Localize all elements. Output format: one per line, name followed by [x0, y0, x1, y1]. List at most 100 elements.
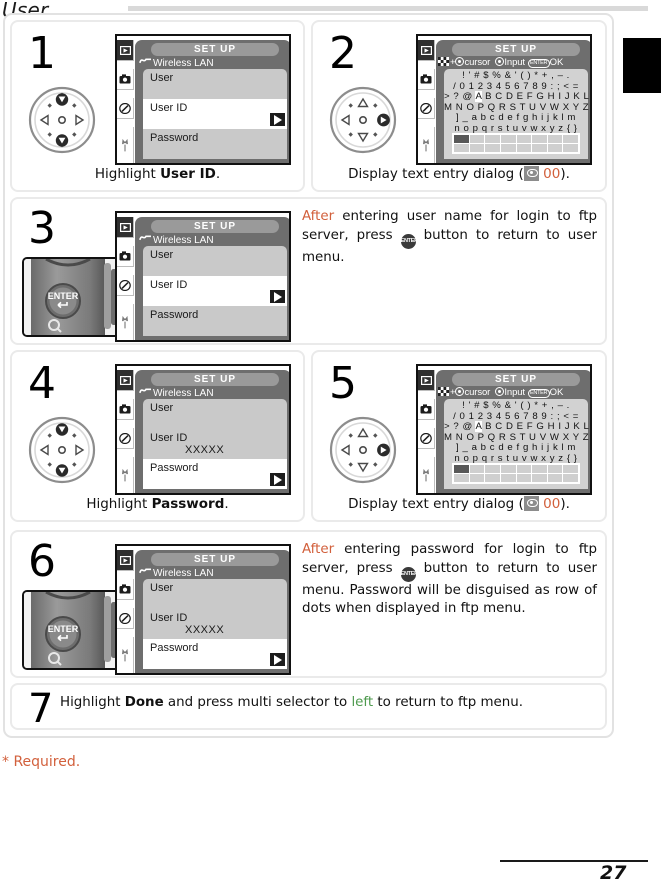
text-cell[interactable] [547, 465, 563, 473]
charset-row[interactable]: ! ' # $ % & ' ( ) * + , – . [444, 70, 588, 82]
enter-button-photo-3[interactable]: ENTER [22, 257, 122, 337]
multi-selector-dial-4[interactable] [22, 410, 102, 495]
hint-input-label: Input [504, 57, 525, 68]
menu-row-password-4[interactable]: Password [143, 459, 287, 489]
enter-arrow-icon[interactable] [270, 290, 285, 303]
menu-row-userid-3[interactable]: User ID [143, 276, 287, 306]
step-2-number: 2 [329, 28, 357, 79]
camera-icon[interactable] [418, 69, 435, 90]
wrench-icon[interactable] [117, 127, 134, 163]
text-cell[interactable] [547, 474, 563, 482]
step-3-number: 3 [28, 203, 56, 254]
camera-icon[interactable] [117, 246, 134, 267]
wrench-icon[interactable] [418, 127, 435, 163]
text-cell[interactable] [547, 135, 563, 143]
text-entry-keyboard-5[interactable]: ! ' # $ % & ' ( ) * + , – . / 0 1 2 3 4 … [444, 399, 590, 489]
pencil-icon[interactable] [418, 98, 435, 119]
pencil-icon[interactable] [117, 428, 134, 449]
wrench-icon[interactable] [117, 304, 134, 340]
keyword-after: After [302, 542, 335, 557]
menu-row-userid-1[interactable]: User ID [143, 99, 287, 129]
multi-selector-dial-5[interactable] [323, 410, 403, 495]
playback-icon[interactable] [117, 550, 134, 571]
text-cell[interactable] [563, 474, 578, 482]
text-cell[interactable] [532, 465, 547, 473]
text-cursor-cell[interactable] [454, 465, 469, 473]
text-cell[interactable] [516, 144, 532, 152]
text-cell[interactable] [516, 474, 532, 482]
text-cell[interactable] [454, 474, 469, 482]
camera-icon[interactable] [117, 69, 134, 90]
wrench-icon[interactable] [117, 637, 134, 673]
menu-row-user-3[interactable]: User [143, 246, 287, 276]
text-cell[interactable] [500, 135, 516, 143]
menu-row-password-1[interactable]: Password [143, 129, 287, 159]
wireless-wave-icon [139, 387, 152, 398]
text-cell[interactable] [485, 465, 500, 473]
text-cursor-cell[interactable] [454, 135, 469, 143]
pencil-icon[interactable] [117, 608, 134, 629]
step-3-text: After entering user name for login to ft… [302, 208, 597, 267]
charset-row[interactable]: ! ' # $ % & ' ( ) * + , – . [444, 400, 588, 412]
playback-icon[interactable] [418, 40, 435, 61]
enter-arrow-icon[interactable] [270, 113, 285, 126]
text-cell[interactable] [469, 474, 485, 482]
enter-button-photo-6[interactable]: ENTER [22, 590, 122, 670]
text-cell[interactable] [532, 135, 547, 143]
menu-row-label: User [150, 72, 174, 84]
pencil-icon[interactable] [418, 428, 435, 449]
menu-row-user-1[interactable]: User [143, 69, 287, 99]
playback-icon[interactable] [117, 217, 134, 238]
text-cell[interactable] [547, 144, 563, 152]
playback-icon[interactable] [117, 370, 134, 391]
wrench-icon[interactable] [117, 457, 134, 493]
menu-row-userid-4[interactable]: User ID XXXXX [143, 429, 287, 459]
text-cell[interactable] [485, 144, 500, 152]
menu-row-password-6[interactable]: Password [143, 639, 287, 669]
enter-arrow-icon[interactable] [270, 653, 285, 666]
multi-selector-dial-2[interactable] [323, 80, 403, 165]
text-cell[interactable] [454, 144, 469, 152]
menu-row-label: Password [150, 132, 199, 144]
menu-row-user-4[interactable]: User [143, 399, 287, 429]
enter-arrow-icon[interactable] [270, 473, 285, 486]
menu-row-user-6[interactable]: User [143, 579, 287, 609]
lcd-subtitle-text-6: Wireless LAN [153, 568, 214, 579]
pencil-icon[interactable] [117, 275, 134, 296]
highlighted-char[interactable]: A [475, 421, 482, 433]
text-cell[interactable] [516, 135, 532, 143]
text-cell[interactable] [485, 135, 500, 143]
text-cell[interactable] [469, 465, 485, 473]
camera-icon[interactable] [418, 399, 435, 420]
text-entry-field-5[interactable] [452, 463, 580, 484]
menu-row-password-3[interactable]: Password [143, 306, 287, 336]
text-entry-keyboard-2[interactable]: ! ' # $ % & ' ( ) * + , – . / 0 1 2 3 4 … [444, 69, 590, 159]
wireless-wave-icon [139, 234, 152, 245]
text-cell[interactable] [563, 135, 578, 143]
step-6: 6 ENTER SET UP Wireless LAN User User ID… [10, 530, 607, 678]
enter-button-icon: ENTER [527, 59, 550, 68]
text-cell[interactable] [563, 465, 578, 473]
text-cell[interactable] [500, 144, 516, 152]
step-7-number: 7 [28, 686, 53, 732]
wrench-icon[interactable] [418, 457, 435, 493]
text-cell[interactable] [532, 144, 547, 152]
text-cell[interactable] [485, 474, 500, 482]
pencil-icon[interactable] [117, 98, 134, 119]
playback-icon[interactable] [418, 370, 435, 391]
playback-icon[interactable] [117, 40, 134, 61]
text-cell[interactable] [469, 135, 485, 143]
text-cell[interactable] [500, 474, 516, 482]
camera-icon[interactable] [117, 399, 134, 420]
text-cell[interactable] [516, 465, 532, 473]
text-cell[interactable] [532, 474, 547, 482]
text-cell[interactable] [469, 144, 485, 152]
text-entry-field-2[interactable] [452, 133, 580, 154]
camera-icon[interactable] [117, 579, 134, 600]
text-cell[interactable] [563, 144, 578, 152]
menu-row-userid-6[interactable]: User ID XXXXX [143, 609, 287, 639]
multi-selector-dial-1[interactable] [22, 80, 102, 165]
highlighted-char[interactable]: A [475, 91, 482, 103]
text-cell[interactable] [500, 465, 516, 473]
reference-icon [523, 166, 539, 181]
